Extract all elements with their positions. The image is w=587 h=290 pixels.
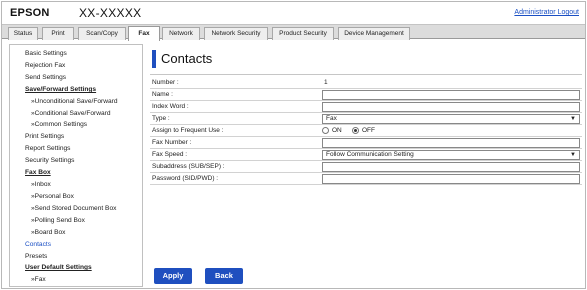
type-select-value: Fax xyxy=(326,115,337,122)
sidebar-item-report-settings[interactable]: Report Settings xyxy=(25,145,70,152)
sidebar-item-personal-box[interactable]: »Personal Box xyxy=(31,193,74,200)
number-value: 1 xyxy=(324,79,328,86)
row-index-word: Index Word : xyxy=(150,101,582,113)
model-name: XX-XXXXX xyxy=(79,6,142,20)
assign-on-label: ON xyxy=(332,127,342,134)
sidebar-item-contacts[interactable]: Contacts xyxy=(25,241,51,248)
sidebar-item-inbox[interactable]: »Inbox xyxy=(31,181,51,188)
browser-frame: EPSON XX-XXXXX Administrator Logout Stat… xyxy=(1,1,586,289)
tab-network[interactable]: Network xyxy=(162,27,200,40)
sidebar-item-polling-send-box[interactable]: »Polling Send Box xyxy=(31,217,85,224)
tab-status[interactable]: Status xyxy=(8,27,38,40)
sidebar-item-presets[interactable]: Presets xyxy=(25,253,47,260)
dropdown-arrow-icon: ▼ xyxy=(570,116,576,122)
brand-logo: EPSON xyxy=(10,7,50,19)
sidebar-item-fax[interactable]: »Fax xyxy=(31,276,46,283)
row-subaddress: Subaddress (SUB/SEP) : xyxy=(150,161,582,173)
row-fax-speed: Fax Speed : Follow Communication Setting… xyxy=(150,149,582,161)
header: EPSON XX-XXXXX Administrator Logout xyxy=(2,2,585,24)
main-content: Contacts Number : 1 Name : Index Word : … xyxy=(144,44,584,287)
number-label: Number : xyxy=(152,79,179,86)
password-field[interactable] xyxy=(322,174,580,184)
assign-frequent-use-label: Assign to Frequent Use : xyxy=(152,127,224,134)
sidebar-item-board-box[interactable]: »Board Box xyxy=(31,229,65,236)
tab-device-management[interactable]: Device Management xyxy=(338,27,410,40)
fax-speed-select-value: Follow Communication Setting xyxy=(326,151,414,158)
title-divider xyxy=(150,74,582,75)
assign-on-radio[interactable] xyxy=(322,127,329,134)
index-word-label: Index Word : xyxy=(152,103,189,110)
row-fax-number: Fax Number : xyxy=(150,137,582,149)
tab-print[interactable]: Print xyxy=(42,27,74,40)
name-label: Name : xyxy=(152,91,173,98)
tab-fax[interactable]: Fax xyxy=(128,26,160,41)
fax-speed-label: Fax Speed : xyxy=(152,151,188,158)
row-assign-frequent-use: Assign to Frequent Use : ON OFF xyxy=(150,125,582,137)
sidebar-item-rejection-fax[interactable]: Rejection Fax xyxy=(25,62,65,69)
sidebar-item-send-stored-document-box[interactable]: »Send Stored Document Box xyxy=(31,205,116,212)
tab-bar: Status Print Scan/Copy Fax Network Netwo… xyxy=(2,24,585,41)
admin-logout-link[interactable]: Administrator Logout xyxy=(514,9,579,16)
sidebar-item-unconditional-save-forward[interactable]: »Unconditional Save/Forward xyxy=(31,98,118,105)
sidebar-item-security-settings[interactable]: Security Settings xyxy=(25,157,74,164)
sidebar-item-send-settings[interactable]: Send Settings xyxy=(25,74,66,81)
name-field[interactable] xyxy=(322,90,580,100)
type-select[interactable]: Fax ▼ xyxy=(322,114,580,124)
tab-network-security[interactable]: Network Security xyxy=(204,27,268,40)
sidebar-item-print-settings[interactable]: Print Settings xyxy=(25,133,64,140)
dropdown-arrow-icon: ▼ xyxy=(570,152,576,158)
row-password: Password (SID/PWD) : xyxy=(150,173,582,185)
title-accent-bar xyxy=(152,50,156,68)
page-title: Contacts xyxy=(161,51,213,66)
sidebar-item-common-settings[interactable]: »Common Settings xyxy=(31,121,87,128)
back-button[interactable]: Back xyxy=(205,268,243,284)
radio-selected-dot-icon xyxy=(354,129,357,132)
fax-number-label: Fax Number : xyxy=(152,139,192,146)
subaddress-label: Subaddress (SUB/SEP) : xyxy=(152,163,225,170)
sidebar-item-save-forward-settings[interactable]: Save/Forward Settings xyxy=(25,86,96,93)
type-label: Type : xyxy=(152,115,170,122)
subaddress-field[interactable] xyxy=(322,162,580,172)
assign-off-radio[interactable] xyxy=(352,127,359,134)
sidebar: Basic Settings Rejection Fax Send Settin… xyxy=(9,44,143,287)
sidebar-item-fax-box[interactable]: Fax Box xyxy=(25,169,51,176)
fax-number-field[interactable] xyxy=(322,138,580,148)
apply-button[interactable]: Apply xyxy=(154,268,192,284)
fax-speed-select[interactable]: Follow Communication Setting ▼ xyxy=(322,150,580,160)
row-name: Name : xyxy=(150,89,582,101)
password-label: Password (SID/PWD) : xyxy=(152,175,219,182)
tab-scan-copy[interactable]: Scan/Copy xyxy=(78,27,126,40)
index-word-field[interactable] xyxy=(322,102,580,112)
assign-off-label: OFF xyxy=(362,127,375,134)
row-number: Number : 1 xyxy=(150,77,582,89)
sidebar-item-basic-settings[interactable]: Basic Settings xyxy=(25,50,67,57)
sidebar-item-conditional-save-forward[interactable]: »Conditional Save/Forward xyxy=(31,110,111,117)
sidebar-item-user-default-settings[interactable]: User Default Settings xyxy=(25,264,92,271)
row-type: Type : Fax ▼ xyxy=(150,113,582,125)
tab-product-security[interactable]: Product Security xyxy=(272,27,334,40)
